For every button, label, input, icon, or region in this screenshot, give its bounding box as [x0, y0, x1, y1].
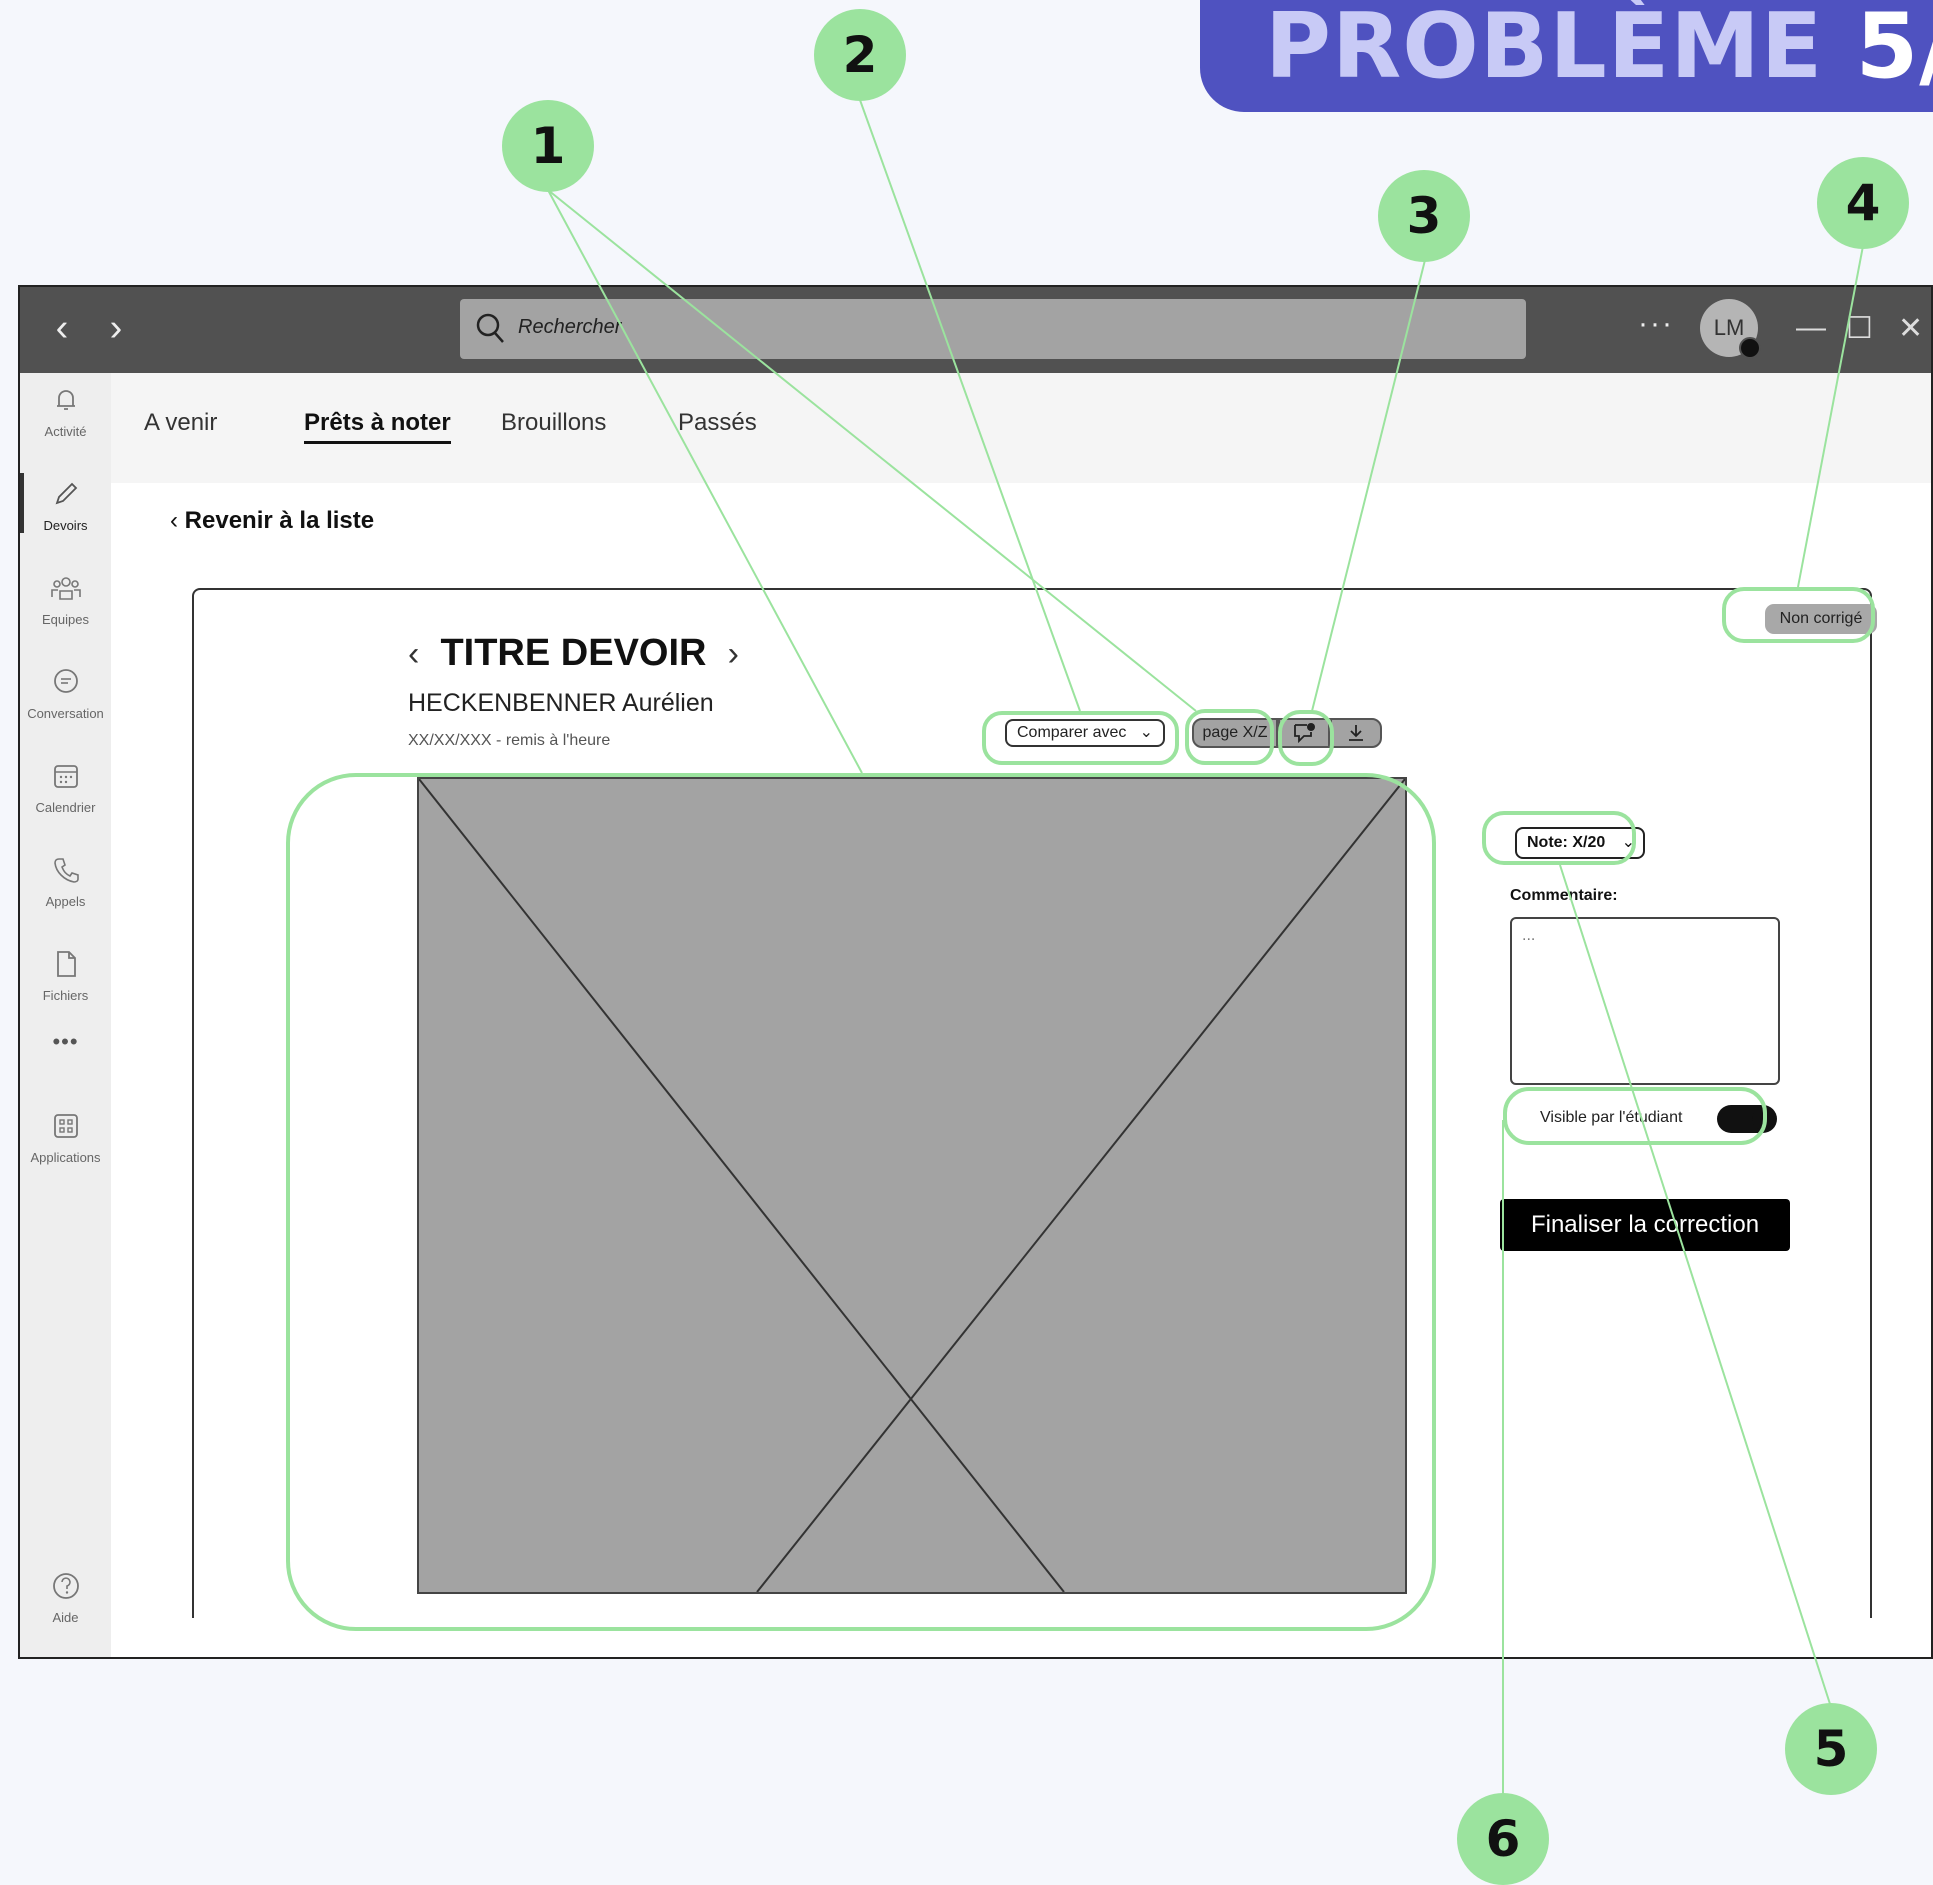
search-icon — [476, 313, 504, 343]
rail-label: Fichiers — [42, 988, 89, 1003]
tab-bar: A venir Prêts à noter Brouillons Passés — [111, 373, 1931, 483]
callout-marker-6: 6 — [1457, 1793, 1549, 1885]
bell-icon — [56, 390, 75, 410]
download-button[interactable] — [1330, 718, 1382, 748]
download-icon — [1349, 725, 1363, 741]
rail-item-devoirs[interactable]: Devoirs — [20, 479, 111, 533]
left-rail: Activité Devoirs Equipes Conversation Ca… — [20, 373, 111, 1657]
tab-prets-a-noter[interactable]: Prêts à noter — [304, 409, 451, 444]
rail-item-fichiers[interactable]: Fichiers — [20, 949, 111, 1003]
file-icon — [56, 951, 76, 977]
next-assignment-icon[interactable]: › — [728, 635, 739, 673]
assignment-title-row: ‹ TITRE DEVOIR › — [408, 632, 739, 675]
help-icon — [52, 1573, 79, 1599]
rail-label: Conversation — [27, 706, 104, 721]
callout-marker-4: 4 — [1817, 157, 1909, 249]
comment-field[interactable]: ... — [1510, 917, 1780, 1085]
teams-icon — [50, 577, 81, 600]
rail-label: Aide — [52, 1610, 79, 1625]
callout-marker-2: 2 — [814, 9, 906, 101]
rail-item-appels[interactable]: Appels — [20, 855, 111, 909]
title-bar: ‹ › Rechercher ··· LM — ☐ ✕ — [20, 287, 1931, 373]
callout-ring-preview — [286, 773, 1436, 1631]
chat-icon — [53, 669, 78, 693]
chevron-left-icon: ‹ — [170, 507, 185, 534]
assignment-title: TITRE DEVOIR — [440, 632, 707, 674]
callout-ring-comment — [1278, 710, 1334, 766]
rail-label: Equipes — [42, 612, 89, 627]
callout-marker-3: 3 — [1378, 170, 1470, 262]
submission-date: XX/XX/XXX - remis à l'heure — [408, 732, 611, 749]
callout-ring-visibility — [1503, 1087, 1767, 1145]
problem-banner-title: PROBLÈME 5/5 — [1265, 0, 1933, 99]
rail-label: Appels — [45, 894, 86, 909]
callout-marker-5: 5 — [1785, 1703, 1877, 1795]
search-input[interactable]: Rechercher — [460, 299, 1526, 359]
rail-label: Activité — [44, 424, 87, 439]
student-name: HECKENBENNER Aurélien — [408, 689, 714, 717]
rail-more-icon[interactable]: ••• — [20, 1029, 111, 1055]
tab-a-venir[interactable]: A venir — [144, 409, 217, 437]
calendar-icon — [53, 765, 78, 788]
close-icon[interactable]: ✕ — [1898, 311, 1923, 346]
comment-placeholder: ... — [1522, 927, 1536, 944]
callout-marker-1: 1 — [502, 100, 594, 192]
back-arrow-icon[interactable]: ‹ — [42, 305, 82, 351]
rail-label: Applications — [30, 1150, 101, 1165]
comment-label: Commentaire: — [1510, 887, 1618, 904]
more-options-icon[interactable]: ··· — [1638, 307, 1674, 341]
presence-dot — [1739, 337, 1761, 359]
search-placeholder: Rechercher — [518, 316, 622, 338]
avatar[interactable]: LM — [1700, 299, 1761, 359]
callout-ring-page — [1185, 709, 1274, 765]
rail-item-calendrier[interactable]: Calendrier — [20, 761, 111, 815]
back-to-list-link[interactable]: ‹ Revenir à la liste — [170, 507, 374, 535]
callout-ring-grade — [1482, 811, 1636, 865]
rail-item-conversation[interactable]: Conversation — [20, 667, 111, 721]
rail-item-activite[interactable]: Activité — [20, 385, 111, 439]
rail-item-applications[interactable]: Applications — [20, 1111, 111, 1165]
forward-arrow-icon[interactable]: › — [96, 305, 136, 351]
maximize-icon[interactable]: ☐ — [1846, 311, 1873, 346]
callout-ring-compare — [982, 711, 1179, 765]
rail-item-equipes[interactable]: Equipes — [20, 573, 111, 627]
tab-brouillons[interactable]: Brouillons — [501, 409, 606, 437]
rail-label: Calendrier — [35, 800, 96, 815]
tab-passes[interactable]: Passés — [678, 409, 757, 437]
finalize-correction-button[interactable]: Finaliser la correction — [1500, 1199, 1790, 1251]
callout-ring-status — [1722, 587, 1875, 643]
rail-item-aide[interactable]: Aide — [20, 1571, 111, 1625]
apps-icon — [53, 1114, 78, 1138]
phone-icon — [53, 858, 79, 883]
minimize-icon[interactable]: — — [1796, 311, 1826, 345]
pencil-icon — [55, 482, 77, 505]
rail-label: Devoirs — [43, 518, 88, 533]
prev-assignment-icon[interactable]: ‹ — [408, 635, 419, 673]
